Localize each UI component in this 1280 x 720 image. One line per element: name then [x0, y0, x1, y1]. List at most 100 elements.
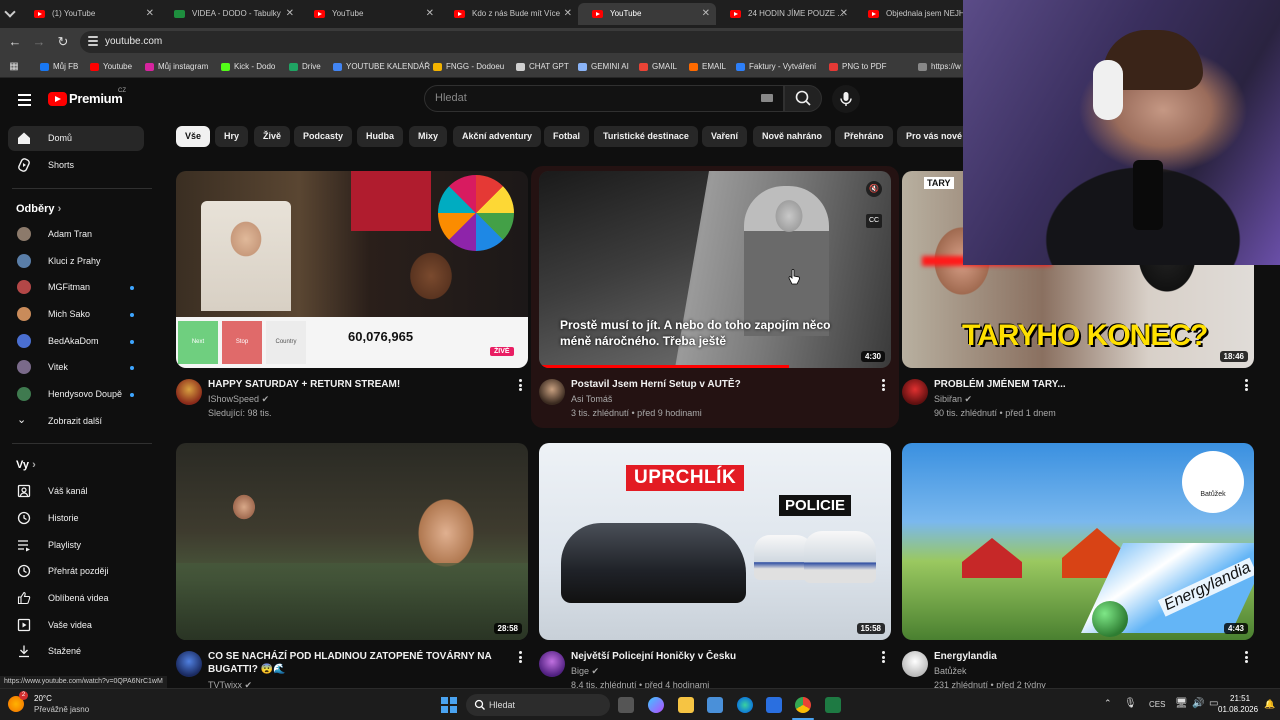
sidebar-item-shorts[interactable]: Shorts	[8, 153, 144, 178]
video-title[interactable]: CO SE NACHÁZÍ POD HLADINOU ZATOPENÉ TOVÁ…	[208, 650, 508, 676]
chip[interactable]: Hry	[215, 126, 249, 147]
bookmark[interactable]: Můj instagram	[145, 60, 208, 74]
apps-grid-icon[interactable]: ▦	[6, 59, 22, 75]
notification-icon[interactable]: 🔔	[1264, 699, 1275, 710]
close-tab-icon[interactable]: ✕	[840, 3, 848, 25]
more-options-icon[interactable]	[1245, 651, 1248, 663]
weather-desc[interactable]: Převážně jasno	[34, 705, 89, 714]
browser-tab[interactable]: Objednala jsem NEJHO	[854, 3, 964, 25]
close-tab-icon[interactable]: ✕	[146, 3, 154, 25]
chip[interactable]: Vaření	[702, 126, 748, 147]
chip[interactable]: Nově nahráno	[753, 126, 832, 147]
chip[interactable]: Akční adventury	[453, 126, 542, 147]
video-card[interactable]: Batůžek Energylandia 4:43 Energylandia B…	[902, 443, 1254, 690]
sidebar-item-liked[interactable]: Oblíbená videa	[8, 586, 144, 611]
channel-avatar[interactable]	[176, 379, 202, 405]
language-indicator[interactable]: CES	[1149, 700, 1165, 709]
sidebar-subscription[interactable]: Hendysovo Doupě	[8, 382, 144, 407]
video-title[interactable]: Největší Policejní Honičky v Česku	[571, 650, 871, 663]
task-view-icon[interactable]	[618, 697, 634, 713]
sidebar-item-your-channel[interactable]: Váš kanál	[8, 479, 144, 504]
sidebar-subscription[interactable]: Adam Tran	[8, 222, 144, 247]
tab-search-chevron-icon[interactable]	[4, 6, 16, 18]
excel-icon[interactable]	[825, 697, 841, 713]
youtube-logo-icon[interactable]	[48, 92, 67, 106]
you-heading[interactable]: Vy ›	[16, 459, 36, 471]
sidebar-subscription[interactable]: Vitek	[8, 355, 144, 380]
site-info-icon[interactable]	[88, 36, 98, 46]
video-thumbnail[interactable]: Next Stop Country 60,076,965 ŽIVĚ	[176, 171, 528, 368]
bookmark[interactable]: Youtube	[90, 60, 132, 74]
more-options-icon[interactable]	[882, 379, 885, 391]
chrome-icon[interactable]	[795, 697, 811, 713]
sidebar-item-your-videos[interactable]: Vaše videa	[8, 613, 144, 638]
search-button[interactable]	[784, 85, 822, 112]
bookmark[interactable]: Kick - Dodo	[221, 60, 275, 74]
taskbar-search[interactable]: Hledat	[466, 694, 610, 716]
channel-avatar[interactable]	[539, 651, 565, 677]
copilot-icon[interactable]	[648, 697, 664, 713]
video-title[interactable]: HAPPY SATURDAY + RETURN STREAM!	[208, 378, 508, 391]
sidebar-subscription[interactable]: Mich Sako	[8, 302, 144, 327]
clock-time[interactable]: 21:51	[1230, 694, 1250, 703]
browser-tab[interactable]: YouTube ✕	[300, 3, 440, 25]
sidebar-item-playlists[interactable]: Playlisty	[8, 533, 144, 558]
microphone-tray-icon[interactable]: 🎙	[1124, 698, 1137, 709]
start-icon[interactable]	[441, 697, 457, 713]
channel-name[interactable]: IShowSpeed ✔	[208, 394, 269, 405]
chip[interactable]: Fotbal	[544, 126, 589, 147]
chip[interactable]: Živě	[254, 126, 291, 147]
sidebar-item-downloads[interactable]: Stažené	[8, 639, 144, 664]
tray-chevron-icon[interactable]: ⌃	[1104, 698, 1112, 709]
keyboard-icon[interactable]	[761, 94, 773, 102]
browser-tab[interactable]: 24 HODIN JÍME POUZE ... ✕	[716, 3, 854, 25]
channel-avatar[interactable]	[539, 379, 565, 405]
bookmark[interactable]: CHAT GPT	[516, 60, 569, 74]
close-tab-icon[interactable]: ✕	[564, 3, 572, 25]
search-input[interactable]: Hledat	[424, 85, 784, 112]
captions-icon[interactable]: CC	[866, 214, 882, 228]
video-thumbnail[interactable]: UPRCHLÍK POLICIE 15:58	[539, 443, 891, 640]
video-card[interactable]: Next Stop Country 60,076,965 ŽIVĚ HAPPY …	[176, 171, 528, 421]
chip[interactable]: Podcasty	[294, 126, 353, 147]
bookmark[interactable]: PNG to PDF	[829, 60, 886, 74]
voice-search-button[interactable]	[832, 85, 860, 113]
video-thumbnail[interactable]: Prostě musí to jít. A nebo do toho zapoj…	[539, 171, 891, 368]
browser-tab[interactable]: (1) YouTube ✕	[20, 3, 160, 25]
bookmark[interactable]: Drive	[289, 60, 321, 74]
sidebar-show-more[interactable]: ⌄ Zobrazit další	[8, 409, 144, 434]
more-options-icon[interactable]	[1245, 379, 1248, 391]
channel-avatar[interactable]	[902, 379, 928, 405]
bookmark[interactable]: Můj FB	[40, 60, 78, 74]
back-icon[interactable]: ←	[7, 34, 23, 50]
mute-icon[interactable]: 🔇	[866, 181, 882, 197]
more-options-icon[interactable]	[519, 379, 522, 391]
video-card[interactable]: 28:58 CO SE NACHÁZÍ POD HLADINOU ZATOPEN…	[176, 443, 528, 690]
channel-name[interactable]: Sibiřan ✔	[934, 394, 972, 405]
bookmark[interactable]: YOUTUBE KALENDÁŘ	[333, 60, 430, 74]
menu-icon[interactable]	[18, 94, 31, 106]
bookmark[interactable]: GMAIL	[639, 60, 677, 74]
chip[interactable]: Turistické destinace	[594, 126, 698, 147]
sidebar-subscription[interactable]: MGFitman	[8, 275, 144, 300]
video-thumbnail[interactable]: Batůžek Energylandia 4:43	[902, 443, 1254, 640]
browser-tab[interactable]: VIDEA - DODO - Tabulky ✕	[160, 3, 300, 25]
channel-avatar[interactable]	[902, 651, 928, 677]
store-icon[interactable]	[707, 697, 723, 713]
close-tab-icon[interactable]: ✕	[426, 3, 434, 25]
sidebar-item-home[interactable]: Domů	[8, 126, 144, 151]
close-tab-icon[interactable]: ✕	[702, 3, 710, 25]
channel-name[interactable]: Asi Tomáš	[571, 394, 612, 404]
bookmark[interactable]: FNGG - Dodoeu	[433, 60, 504, 74]
close-tab-icon[interactable]: ✕	[286, 3, 294, 25]
browser-tab-active[interactable]: YouTube ✕	[578, 3, 716, 25]
chip[interactable]: Přehráno	[835, 126, 893, 147]
channel-name[interactable]: Bige ✔	[571, 666, 599, 677]
bookmark[interactable]: https://w	[918, 60, 961, 74]
video-card[interactable]: UPRCHLÍK POLICIE 15:58 Největší Policejn…	[539, 443, 891, 690]
file-explorer-icon[interactable]	[678, 697, 694, 713]
chip[interactable]: Mixy	[409, 126, 448, 147]
sidebar-item-watch-later[interactable]: Přehrát později	[8, 559, 144, 584]
chip[interactable]: Hudba	[357, 126, 403, 147]
forward-icon[interactable]: →	[31, 34, 47, 50]
